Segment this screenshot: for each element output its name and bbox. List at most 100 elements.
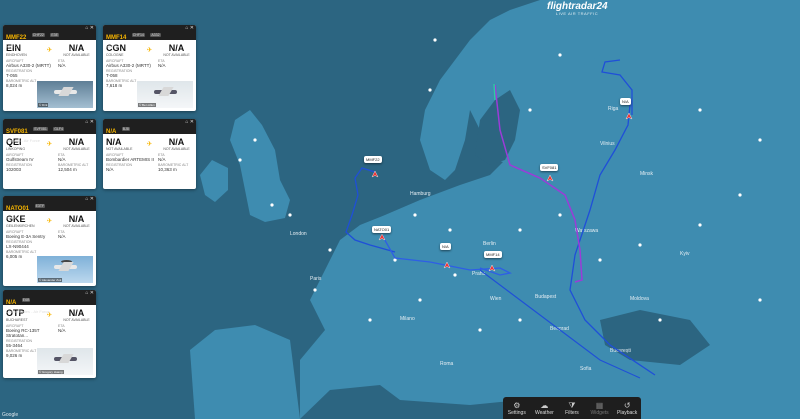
settings-button[interactable]: ⚙ Settings (503, 397, 531, 419)
badge: E6B (21, 297, 31, 302)
map-label-8: București (610, 348, 631, 354)
card-header: SVF081 SVF081 GLF4 Sweden - Air Force ⌂ … (3, 119, 96, 143)
map-label-3: London (290, 231, 307, 237)
gear-icon: ⚙ (513, 400, 521, 410)
registration-value: N/A (106, 167, 114, 172)
callout-nato01[interactable]: NATO01 (372, 226, 392, 233)
operator: NATO (6, 215, 17, 220)
close-icon[interactable]: ⌂ ✕ (85, 290, 94, 296)
altitude-value: 12,504 m (58, 167, 77, 172)
aircraft-photo: © Gregory Huang (37, 348, 93, 375)
card-header: N/A BJ8 ⌂ ✕ (103, 119, 196, 135)
callout-na-1[interactable]: N/A (440, 243, 451, 250)
flight-card-bj8[interactable]: N/A BJ8 ⌂ ✕ N/A NOT AVAILABLE ✈ N/A NOT AV… (103, 119, 196, 189)
photo-credit: © Ben Allen (138, 103, 156, 107)
aircraft-value: Airbus A330-2 (MRTT) (106, 63, 151, 68)
card-header: MMF22 CHF22 E3E NATO ⌂ ✕ (3, 25, 96, 49)
callsign: MMF14 (106, 35, 127, 41)
close-icon[interactable]: ⌂ ✕ (85, 25, 94, 31)
origin-name: NOT AVAILABLE (106, 146, 133, 151)
map-label-6: Wien (490, 296, 502, 302)
callout-label: N/A (622, 99, 629, 104)
map-label-10: Minsk (640, 171, 654, 177)
callout-svf081[interactable]: SVF081 (540, 164, 559, 171)
aircraft-value: Gulfstream IV (6, 157, 34, 162)
map-label-16: Moldova (630, 296, 649, 302)
eta-value: N/A (58, 328, 66, 333)
photo-credit: © Alexander Zok (38, 278, 63, 282)
close-icon[interactable]: ⌂ ✕ (185, 119, 194, 125)
destination-name: NOT AVAILABLE (63, 52, 90, 57)
eta-value: N/A (58, 234, 66, 239)
playback-button[interactable]: ↺ Playback (613, 397, 641, 419)
settings-label: Settings (507, 409, 526, 416)
brand-tagline: LIVE AIR TRAFFIC (555, 11, 599, 16)
playback-icon: ↺ (623, 400, 631, 410)
callout-mmf14[interactable]: MMF14 (484, 251, 502, 258)
aircraft-value: Boeing RC-135T Stratotan... (6, 328, 40, 338)
badge: SVF081 (33, 126, 48, 131)
map-label-2: Kyiv (680, 251, 690, 257)
callsign: N/A (6, 300, 17, 306)
map-label-0: Berlin (483, 241, 496, 247)
operator: NATO (106, 44, 117, 49)
aircraft-value: Bombardier ARTEMIS II (106, 157, 154, 162)
card-header: NATO01 E3TF NATO ⌂ ✕ (3, 196, 96, 220)
flight-card-mmf14[interactable]: MMF14 CHF14 A332 NATO ⌂ ✕ CGN COLOGNE ✈ N… (103, 25, 196, 111)
registration-value: T-058 (106, 73, 118, 78)
widgets-icon: ▦ (595, 400, 604, 410)
flight-card-otp[interactable]: N/A E6B United States - Air Force ⌂ ✕ OT… (3, 290, 96, 378)
widgets-button[interactable]: ▦ Widgets (586, 397, 614, 419)
close-icon[interactable]: ⌂ ✕ (185, 25, 194, 31)
callout-label: N/A (442, 244, 449, 249)
origin-name: LINKOPING (6, 146, 26, 151)
aircraft-photo: © Ben Allen (137, 81, 193, 108)
close-icon[interactable]: ⌂ ✕ (85, 196, 94, 202)
destination-name: NOT AVAILABLE (63, 146, 90, 151)
flight-card-mmf22[interactable]: MMF22 CHF22 E3E NATO ⌂ ✕ EIN EINDHOVEN ✈ … (3, 25, 96, 111)
map-label-15: Sofia (580, 366, 592, 372)
eta-value: N/A (58, 63, 66, 68)
aircraft-value: Boeing E-3A Sentry (6, 234, 46, 239)
filters-button[interactable]: ⧩ Filters (558, 397, 586, 419)
map-label-5: Praha (472, 271, 486, 277)
callout-na-2[interactable]: N/A (620, 98, 631, 105)
airplane-icon: ✈ (146, 141, 153, 148)
badge: CHF14 (131, 32, 145, 37)
flight-card-nato01[interactable]: NATO01 E3TF NATO ⌂ ✕ GKE GEILENKIRCHEN ✈ … (3, 196, 96, 286)
bottom-toolbar: ⚙ Settings ☁ Weather ⧩ Filters ▦ Widgets ↺ Pl… (503, 397, 641, 419)
callout-label: MMF14 (486, 252, 500, 257)
map-label-11: Riga (608, 106, 619, 112)
map-label-17: Vilnius (600, 141, 615, 147)
operator: Sweden - Air Force (6, 138, 41, 143)
map-label-7: Budapest (535, 294, 557, 300)
destination-name: NOT AVAILABLE (63, 317, 90, 322)
callout-mmf22[interactable]: MMF22 (364, 156, 382, 163)
origin-name: GEILENKIRCHEN (6, 223, 35, 228)
badge: CHF22 (31, 32, 45, 37)
weather-label: Weather (534, 409, 554, 416)
filters-label: Filters (565, 409, 579, 416)
callsign: N/A (106, 129, 117, 135)
destination-name: NOT AVAILABLE (163, 52, 190, 57)
badge: A332 (150, 32, 161, 37)
card-header: MMF14 CHF14 A332 NATO ⌂ ✕ (103, 25, 196, 49)
callsign: SVF081 (6, 129, 28, 135)
aircraft-photo: © Dirk (37, 81, 93, 108)
aircraft-photo: © Alexander Zok (37, 256, 93, 283)
operator: United States - Air Force (6, 309, 50, 314)
badge: BJ8 (121, 126, 130, 131)
origin-name: BUCHAREST (6, 317, 28, 322)
aircraft-value: Airbus A330-2 (MRTT) (6, 63, 51, 68)
close-icon[interactable]: ⌂ ✕ (85, 119, 94, 125)
operator: NATO (6, 44, 17, 49)
map-label-1: Warszawa (575, 228, 598, 234)
land-iberia (190, 325, 300, 419)
flight-card-svf081[interactable]: SVF081 SVF081 GLF4 Sweden - Air Force ⌂ … (3, 119, 96, 189)
destination-code: N/A (168, 136, 185, 147)
map-label-4: Paris (310, 276, 322, 282)
badge: E3E (50, 32, 59, 37)
eta-value: N/A (158, 63, 166, 68)
registration-value: T-055 (6, 73, 18, 78)
weather-button[interactable]: ☁ Weather (531, 397, 559, 419)
